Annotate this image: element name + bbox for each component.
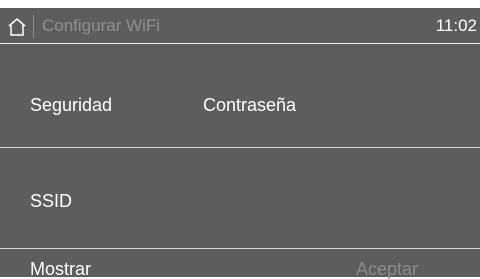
home-icon[interactable]: [7, 18, 27, 36]
clock: 11:02: [435, 16, 477, 35]
header-divider: [33, 15, 34, 38]
page-title: Configurar WiFi: [42, 16, 161, 35]
security-setting-row[interactable]: Seguridad Contraseña: [0, 45, 480, 148]
wifi-settings-screen: Configurar WiFi 11:02 Seguridad Contrase…: [0, 8, 480, 279]
accept-button[interactable]: Aceptar: [356, 259, 418, 279]
header-bar: Configurar WiFi 11:02: [0, 8, 480, 44]
home-icon-graphic: [8, 18, 26, 36]
footer-bar: Mostrar Aceptar: [0, 250, 480, 279]
security-value: Contraseña: [203, 95, 297, 115]
ssid-setting-row[interactable]: SSID: [0, 149, 480, 249]
security-label: Seguridad: [30, 95, 113, 115]
ssid-label: SSID: [30, 191, 73, 211]
show-button[interactable]: Mostrar: [30, 259, 91, 279]
